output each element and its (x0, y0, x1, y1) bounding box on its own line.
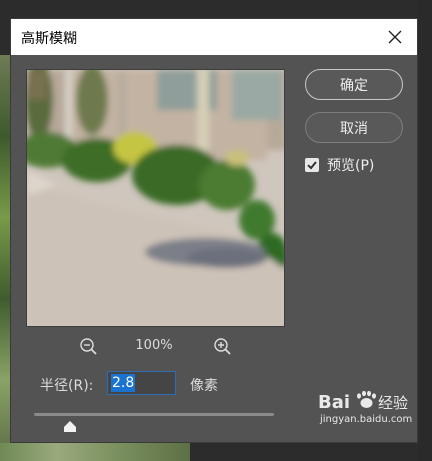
svg-text:经验: 经验 (378, 394, 408, 412)
zoom-out-button[interactable] (79, 337, 99, 357)
radius-input-value: 2.8 (111, 374, 136, 392)
preview-checkbox[interactable] (305, 158, 319, 172)
preview-checkbox-label: 预览(P) (327, 158, 375, 174)
slider-thumb-icon (64, 421, 76, 432)
radius-slider-track[interactable] (34, 413, 274, 416)
background-photo-bottom (0, 443, 190, 461)
radius-label: 半径(R): (40, 378, 94, 394)
radius-input[interactable]: 2.8 (107, 371, 176, 395)
dialog-title: 高斯模糊 (21, 31, 77, 47)
zoom-out-icon (80, 338, 97, 355)
zoom-in-icon (214, 338, 231, 355)
svg-text:Bai: Bai (318, 392, 350, 413)
ok-button-label: 确定 (340, 77, 368, 94)
background-right (418, 0, 432, 461)
cancel-button[interactable]: 取消 (305, 112, 403, 143)
zoom-level: 100% (135, 338, 173, 353)
gaussian-blur-dialog: 高斯模糊 100% 半径(R): 2.8 像素 确定 取消 预览(P) (10, 18, 418, 443)
watermark-url: jingyan.baidu.com (320, 414, 413, 425)
cancel-button-label: 取消 (340, 120, 368, 137)
close-icon (388, 30, 402, 44)
baidu-logo: Bai 经验 (318, 390, 408, 413)
zoom-in-button[interactable] (213, 337, 233, 357)
close-button[interactable] (381, 23, 409, 51)
blur-preview-image[interactable] (26, 69, 285, 327)
radius-unit-label: 像素 (190, 378, 218, 394)
baidu-jingyan-watermark: Bai 经验 jingyan.baidu.com (316, 388, 412, 430)
radius-slider-thumb[interactable] (63, 418, 77, 432)
dialog-titlebar: 高斯模糊 (11, 19, 417, 55)
checkmark-icon (307, 161, 317, 170)
ok-button[interactable]: 确定 (305, 69, 403, 100)
